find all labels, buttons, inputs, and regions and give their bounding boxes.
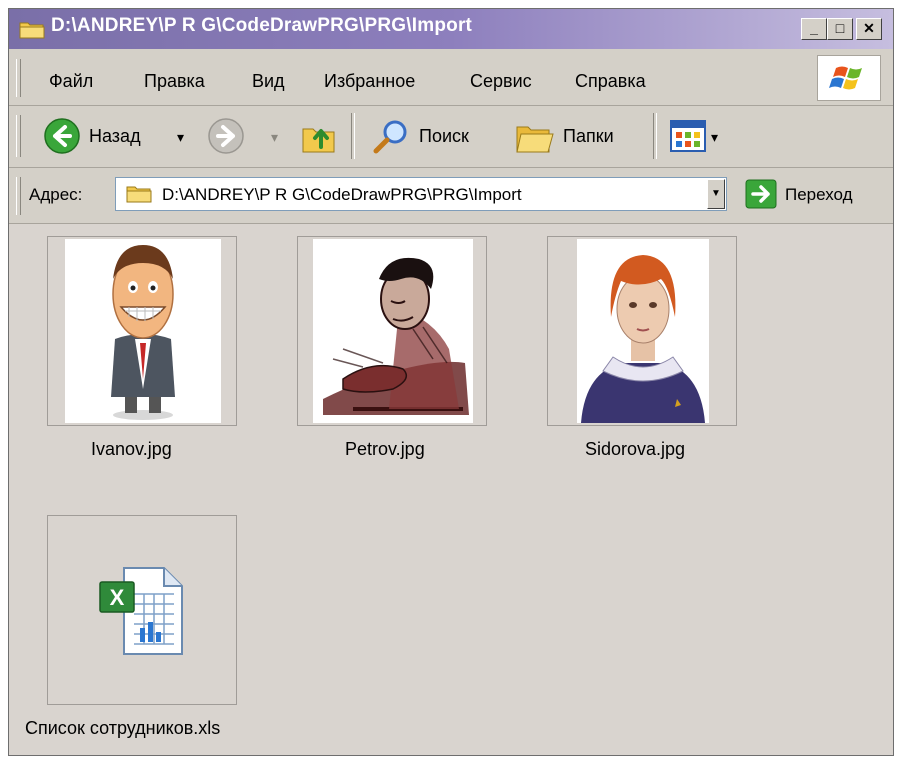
address-label: Адрес: [29,185,83,204]
go-button-label[interactable]: Переход [785,185,853,205]
folder-icon [19,22,45,39]
menu-favorites[interactable]: Избранное [324,71,415,92]
maximize-button[interactable]: □ [827,18,853,40]
views-dropdown-chevron-icon[interactable]: ▾ [711,129,718,146]
toolbar-separator [653,113,657,159]
file-name: Sidorova.jpg [585,439,686,459]
address-dropdown-button[interactable]: ▼ [707,179,725,209]
address-field[interactable]: D:\ANDREY\P R G\CodeDrawPRG\PRG\Import ▼ [115,177,727,211]
folder-icon [126,186,152,203]
menu-bar: Файл Правка Вид Избранное Сервис Справка [9,49,893,106]
close-button[interactable]: ✕ [856,18,882,40]
excel-file-icon[interactable]: X [47,515,237,705]
back-button-label[interactable]: Назад [89,126,141,147]
address-value: D:\ANDREY\P R G\CodeDrawPRG\PRG\Import [162,185,522,204]
up-folder-icon[interactable] [299,117,339,157]
search-icon[interactable] [371,117,411,157]
menu-grip[interactable] [16,59,21,97]
search-button-label[interactable]: Поиск [419,126,469,147]
woman-portrait-photo[interactable] [547,236,737,426]
address-bar: Адрес: D:\ANDREY\P R G\CodeDrawPRG\PRG\I… [9,167,893,224]
forward-arrow-icon[interactable] [207,117,245,155]
minimize-button[interactable]: _ [801,18,827,40]
file-name: Petrov.jpg [345,439,425,459]
windows-logo-icon [817,55,881,101]
views-icon[interactable] [669,119,707,153]
explorer-window: D:\ANDREY\P R G\CodeDrawPRG\PRG\Import _… [8,8,894,756]
forward-dropdown-chevron-icon[interactable]: ▾ [271,129,278,146]
file-view: Ivanov.jpg Petrov.jpg Sidorova.jpg X Спи… [9,224,893,755]
menu-help[interactable]: Справка [575,71,646,92]
address-grip[interactable] [16,177,21,215]
svg-text:X: X [110,585,125,610]
back-dropdown-chevron-icon[interactable]: ▾ [177,129,184,146]
menu-tools[interactable]: Сервис [470,71,532,92]
toolbar-separator [351,113,355,159]
back-arrow-icon[interactable] [43,117,81,155]
folders-icon[interactable] [513,117,555,157]
cartoon-man-photo[interactable] [47,236,237,426]
go-arrow-icon[interactable] [745,179,777,209]
menu-view[interactable]: Вид [252,71,285,92]
sketch-man-photo[interactable] [297,236,487,426]
folders-button-label[interactable]: Папки [563,126,614,147]
file-name: Список сотрудников.xls [25,718,221,738]
menu-edit[interactable]: Правка [144,71,205,92]
toolbar-grip[interactable] [16,115,21,157]
window-title: D:\ANDREY\P R G\CodeDrawPRG\PRG\Import [51,15,473,36]
file-name: Ivanov.jpg [91,439,172,459]
toolbar: Назад ▾ ▾ Поиск Папки ▾ [9,105,893,168]
title-bar[interactable]: D:\ANDREY\P R G\CodeDrawPRG\PRG\Import _… [9,9,893,49]
menu-file[interactable]: Файл [49,71,93,92]
